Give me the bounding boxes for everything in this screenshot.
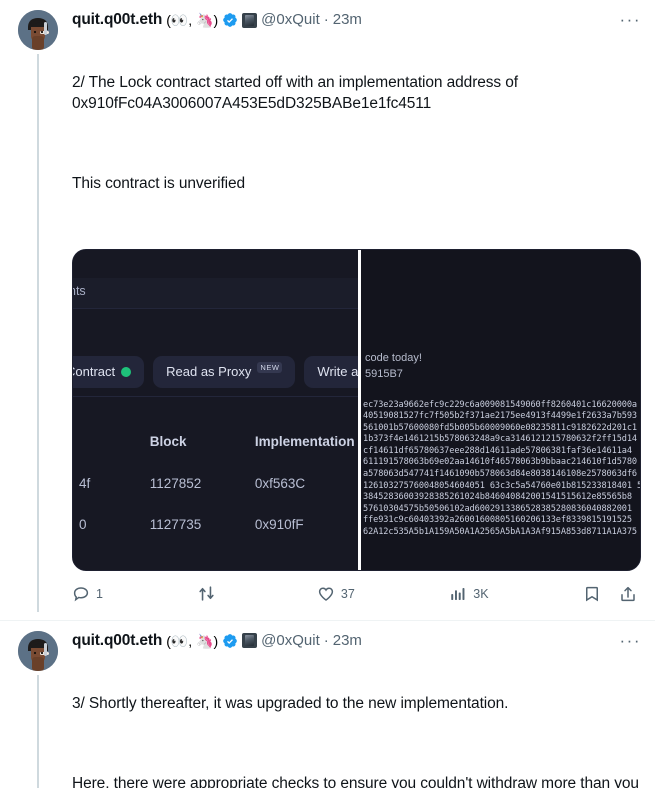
table-header-row: Block Implementation — [73, 422, 360, 462]
table-header-implementation: Implementation — [254, 434, 355, 449]
display-name-emoji-suffix: (👀, 🦄) — [166, 12, 219, 28]
tab-read-as-proxy-label: Read as Proxy — [166, 364, 252, 379]
display-name[interactable]: quit.q00t.eth — [72, 631, 162, 651]
thread-connector-line — [37, 54, 39, 612]
share-button[interactable] — [619, 585, 637, 603]
profile-label-badge-icon — [242, 12, 258, 28]
tab-read-as-proxy[interactable]: Read as Proxy NEW — [153, 355, 296, 388]
more-options-icon[interactable]: ··· — [612, 11, 641, 28]
tweet-1-paragraph-1: 2/ The Lock contract started off with an… — [72, 74, 523, 112]
avatar[interactable] — [18, 630, 58, 671]
tweet-2: quit.q00t.eth (👀, 🦄) @0xQuit · 23m ··· 3… — [0, 621, 655, 788]
thread-connector-line — [37, 674, 39, 788]
bookmark-button[interactable] — [583, 585, 601, 603]
tweet-1-text: 2/ The Lock contract started off with an… — [72, 32, 641, 236]
tweet-2-text: 3/ Shortly thereafter, it was upgraded t… — [72, 653, 641, 788]
tweet-2-paragraph-1: 3/ Shortly thereafter, it was upgraded t… — [72, 694, 509, 712]
more-options-icon[interactable]: ··· — [612, 632, 641, 649]
timestamp[interactable]: 23m — [333, 10, 362, 30]
right-panel-line-1: code today! — [365, 351, 422, 364]
profile-label-badge-icon — [242, 633, 258, 648]
explorer-topbar-text: nts — [73, 283, 86, 298]
table-cell-block: 1127735 — [149, 516, 202, 532]
verified-badge-icon — [222, 12, 238, 28]
like-button[interactable]: 37 — [317, 585, 355, 603]
tab-new-badge: NEW — [257, 362, 283, 373]
tweet-2-body: quit.q00t.eth (👀, 🦄) @0xQuit · 23m ··· 3… — [62, 631, 641, 788]
table-row[interactable]: 0 1127735 0x910fF — [73, 504, 360, 544]
retweet-button[interactable] — [197, 584, 222, 603]
like-count: 37 — [340, 586, 355, 601]
user-handle[interactable]: @0xQuit — [261, 631, 320, 651]
screenshot-split-divider — [358, 249, 361, 570]
tweet-1-left-column — [14, 10, 62, 612]
verified-contract-dot-icon — [121, 366, 132, 377]
reply-button[interactable]: 1 — [72, 585, 103, 603]
explorer-right-panel: code today! 5915B7 ec73e23a9662efc9c229c… — [361, 249, 640, 570]
bookmark-and-share-group — [583, 585, 637, 603]
tab-write-as-proxy[interactable]: Write as Prox — [304, 355, 360, 388]
header-separator: · — [323, 11, 329, 28]
tweet-2-paragraph-2: Here, there were appropriate checks to e… — [72, 775, 639, 788]
twitter-thread-screenshot: quit.q00t.eth (👀, 🦄) @0xQuit · 23m ··· 2… — [0, 0, 655, 788]
explorer-topbar: nts — [73, 277, 360, 308]
table-cell-block: 1127852 — [149, 475, 202, 491]
table-cell-implementation: 0xf563C — [254, 475, 306, 491]
tweet-2-header: quit.q00t.eth (👀, 🦄) @0xQuit · 23m ··· — [72, 631, 641, 651]
tab-contract[interactable]: Contract — [73, 355, 145, 388]
header-separator: · — [323, 631, 329, 649]
tweet-1-body: quit.q00t.eth (👀, 🦄) @0xQuit · 23m ··· 2… — [62, 10, 641, 612]
table-row[interactable]: 4f 1127852 0xf563C — [73, 463, 360, 503]
implementation-history-table: Block Implementation 4f 1127852 0xf563C … — [73, 422, 360, 544]
right-panel-line-2: 5915B7 — [365, 367, 403, 380]
explorer-tab-bar: Contract Read as Proxy NEW Write as Prox — [73, 355, 360, 388]
table-cell-address: 4f — [79, 475, 91, 491]
table-cell-implementation: 0x910fF — [254, 516, 304, 532]
views-count: 3K — [473, 586, 489, 601]
tweet-1: quit.q00t.eth (👀, 🦄) @0xQuit · 23m ··· 2… — [0, 0, 655, 612]
avatar[interactable] — [18, 10, 58, 50]
tweet-1-paragraph-2: This contract is unverified — [72, 175, 246, 192]
views-button[interactable]: 3K — [449, 585, 489, 603]
tab-write-as-proxy-label: Write as Prox — [317, 364, 360, 379]
explorer-separator-2 — [73, 395, 360, 397]
reply-count: 1 — [96, 586, 103, 601]
tweet-1-action-bar: 1 37 3K — [72, 576, 641, 612]
embedded-explorer-screenshot[interactable]: nts Contract Read as Proxy NEW — [72, 248, 641, 571]
tab-contract-label: Contract — [73, 364, 116, 379]
table-cell-address: 0 — [79, 516, 87, 532]
table-header-block: Block — [149, 434, 187, 449]
tweet-2-left-column — [14, 630, 62, 788]
contract-bytecode: ec73e23a9662efc9c229c6a009081549060ff826… — [363, 399, 640, 538]
display-name-emoji-suffix: (👀, 🦄) — [166, 632, 219, 649]
display-name[interactable]: quit.q00t.eth — [72, 10, 162, 30]
timestamp[interactable]: 23m — [333, 631, 362, 651]
explorer-separator-1 — [73, 307, 360, 309]
verified-badge-icon — [222, 633, 238, 649]
explorer-left-panel: nts Contract Read as Proxy NEW — [73, 249, 360, 570]
user-handle[interactable]: @0xQuit — [261, 10, 320, 30]
tweet-1-header: quit.q00t.eth (👀, 🦄) @0xQuit · 23m ··· — [72, 10, 641, 30]
